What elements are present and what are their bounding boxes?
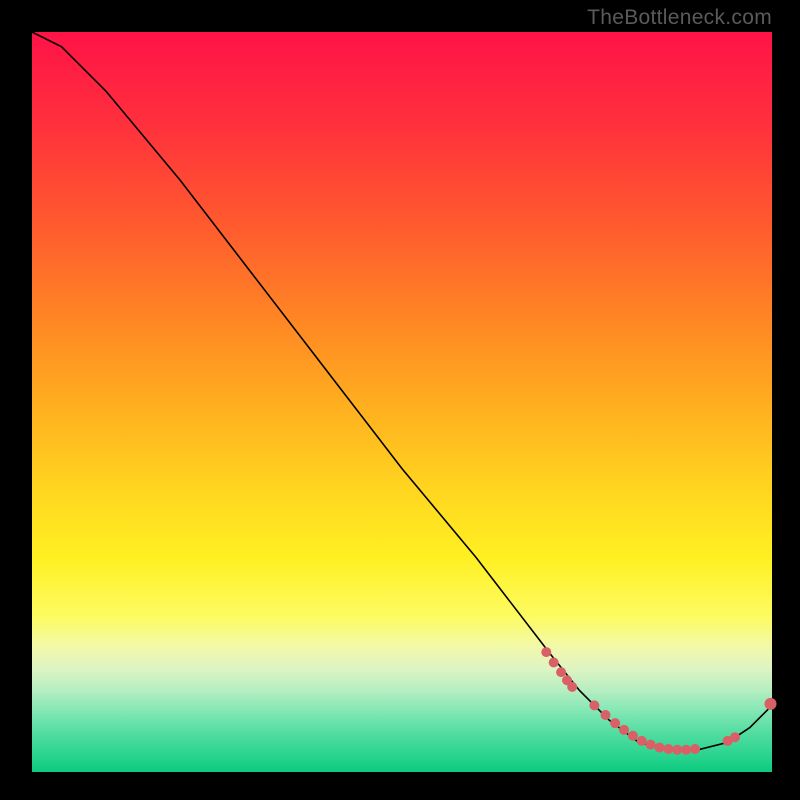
- chart-plot-area: [30, 30, 774, 774]
- data-dot: [730, 732, 740, 742]
- data-dot: [628, 731, 638, 741]
- bottleneck-curve: [32, 32, 772, 750]
- data-dot: [601, 710, 611, 720]
- data-dot: [619, 725, 629, 735]
- data-dot: [541, 647, 551, 657]
- data-dot: [646, 740, 656, 750]
- data-dot: [690, 744, 700, 754]
- watermark-text: TheBottleneck.com: [587, 6, 772, 30]
- data-dot: [549, 657, 559, 667]
- data-dot: [765, 698, 777, 710]
- data-dot: [567, 682, 577, 692]
- chart-outer: TheBottleneck.com: [0, 0, 800, 800]
- data-dot: [655, 743, 665, 753]
- data-dot: [637, 736, 647, 746]
- data-dot: [589, 700, 599, 710]
- dots-group: [541, 647, 776, 755]
- data-dot: [672, 745, 682, 755]
- data-dot: [681, 745, 691, 755]
- data-dot: [663, 744, 673, 754]
- chart-svg: [32, 32, 772, 772]
- data-dot: [556, 667, 566, 677]
- data-dot: [610, 718, 620, 728]
